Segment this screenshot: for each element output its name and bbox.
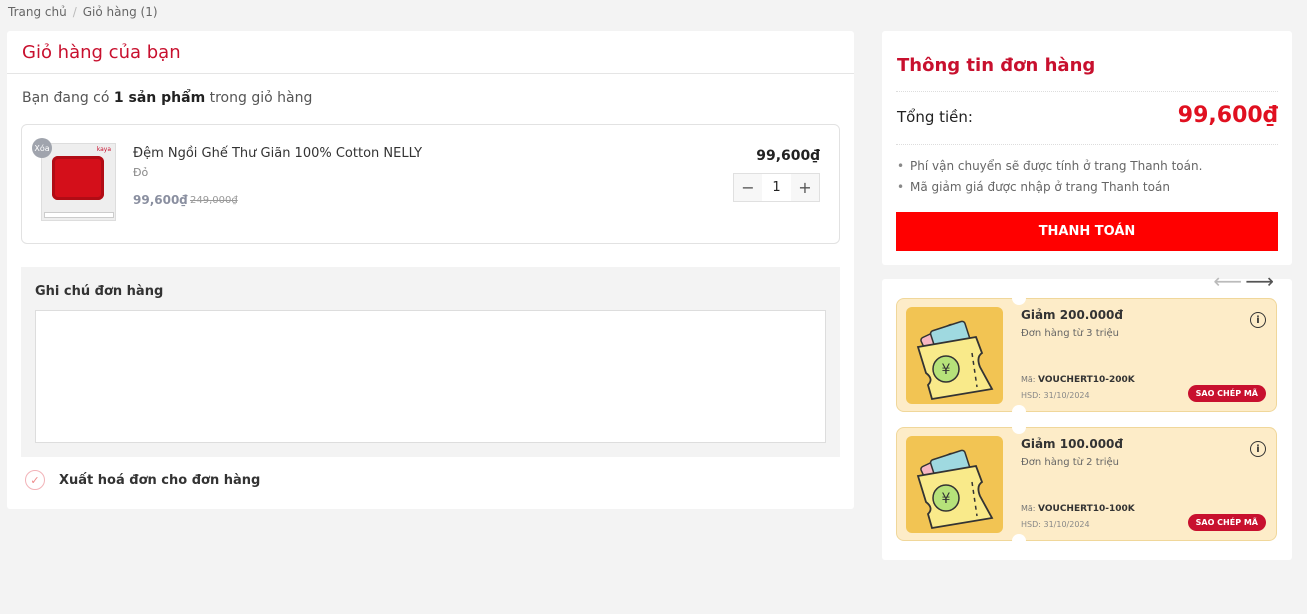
- product-old-price: 249,000₫: [190, 195, 238, 206]
- ticket-notch: [1012, 405, 1026, 412]
- checkmark-icon[interactable]: ✓: [25, 470, 45, 490]
- ticket-notch: [1012, 534, 1026, 541]
- ticket-notch: [1012, 427, 1026, 434]
- voucher-code: Mã: VOUCHERT10-100K: [1021, 504, 1135, 514]
- voucher-title: Giảm 200.000đ: [1021, 308, 1123, 322]
- svg-text:¥: ¥: [942, 491, 951, 507]
- order-note-section: Ghi chú đơn hàng: [21, 267, 840, 457]
- arrow-right-icon[interactable]: ⟶: [1245, 269, 1274, 293]
- thumb-brand-logo: kaya: [96, 146, 111, 153]
- decrease-quantity-button[interactable]: −: [734, 174, 762, 201]
- product-name-link[interactable]: Đệm Ngồi Ghế Thư Giãn 100% Cotton NELLY: [133, 146, 422, 161]
- voucher-card: ¥ Giảm 100.000đ Đơn hàng từ 2 triệu Mã: …: [896, 427, 1277, 541]
- total-label: Tổng tiền:: [897, 108, 973, 126]
- discount-note: Mã giảm giá được nhập ở trang Thanh toán: [897, 180, 1202, 194]
- summary-notes: Phí vận chuyển sẽ được tính ở trang Than…: [897, 159, 1202, 201]
- copy-code-button[interactable]: SAO CHÉP MÃ: [1187, 385, 1266, 402]
- total-value: 99,600₫: [1177, 103, 1278, 128]
- increase-quantity-button[interactable]: +: [791, 174, 819, 201]
- copy-code-button[interactable]: SAO CHÉP MÃ: [1187, 514, 1266, 531]
- ticket-icon: ¥: [906, 307, 1003, 404]
- breadcrumb: Trang chủ / Giỏ hàng (1): [8, 5, 158, 19]
- info-icon[interactable]: i: [1250, 312, 1266, 328]
- voucher-code-value: VOUCHERT10-200K: [1038, 375, 1135, 385]
- arrow-left-icon[interactable]: ⟵: [1213, 269, 1242, 293]
- cart-count-prefix: Bạn đang có: [22, 90, 114, 106]
- shipping-note: Phí vận chuyển sẽ được tính ở trang Than…: [897, 159, 1202, 173]
- quantity-input[interactable]: [762, 174, 791, 201]
- breadcrumb-separator: /: [72, 5, 77, 19]
- checkout-button[interactable]: THANH TOÁN: [896, 212, 1278, 251]
- voucher-code-label: Mã:: [1021, 375, 1039, 384]
- voucher-code-value: VOUCHERT10-100K: [1038, 504, 1135, 514]
- invoice-label: Xuất hoá đơn cho đơn hàng: [59, 472, 261, 488]
- svg-text:¥: ¥: [942, 362, 951, 378]
- remove-item-button[interactable]: Xóa: [32, 138, 52, 158]
- order-summary-panel: Thông tin đơn hàng Tổng tiền: 99,600₫ Ph…: [882, 31, 1292, 265]
- divider: [896, 144, 1278, 145]
- product-image[interactable]: kaya: [41, 143, 116, 221]
- voucher-condition: Đơn hàng từ 3 triệu: [1021, 328, 1119, 339]
- pillow-graphic: [52, 156, 104, 200]
- voucher-panel: ⟵ ⟶ ¥ Giảm 200.000đ Đơn hàng từ 3 triệu …: [882, 269, 1292, 560]
- summary-title: Thông tin đơn hàng: [897, 55, 1096, 76]
- invoice-checkbox-row[interactable]: ✓ Xuất hoá đơn cho đơn hàng: [25, 470, 260, 490]
- divider: [896, 91, 1278, 92]
- ticket-icon: ¥: [906, 436, 1003, 533]
- product-variant: Đỏ: [133, 166, 149, 179]
- voucher-expiry: HSD: 31/10/2024: [1021, 391, 1090, 400]
- cart-count-text: Bạn đang có 1 sản phẩm trong giỏ hàng: [22, 90, 312, 106]
- cart-title: Giỏ hàng của bạn: [22, 42, 181, 63]
- cart-panel: Giỏ hàng của bạn Bạn đang có 1 sản phẩm …: [7, 31, 854, 509]
- info-icon[interactable]: i: [1250, 441, 1266, 457]
- voucher-title: Giảm 100.000đ: [1021, 437, 1123, 451]
- voucher-condition: Đơn hàng từ 2 triệu: [1021, 457, 1119, 468]
- voucher-card: ¥ Giảm 200.000đ Đơn hàng từ 3 triệu Mã: …: [896, 298, 1277, 412]
- breadcrumb-home[interactable]: Trang chủ: [8, 5, 67, 19]
- product-price: 99,600₫: [133, 193, 188, 207]
- cart-count-suffix: trong giỏ hàng: [205, 90, 313, 106]
- order-note-label: Ghi chú đơn hàng: [35, 284, 164, 299]
- line-total: 99,600₫: [756, 148, 820, 164]
- voucher-expiry: HSD: 31/10/2024: [1021, 520, 1090, 529]
- cart-item: kaya Xóa Đệm Ngồi Ghế Thư Giãn 100% Cott…: [21, 124, 840, 244]
- thumb-caption: [44, 212, 114, 218]
- voucher-code-label: Mã:: [1021, 504, 1039, 513]
- breadcrumb-current: Giỏ hàng (1): [82, 5, 158, 19]
- cart-count-number: 1 sản phẩm: [113, 90, 206, 106]
- divider: [7, 73, 854, 74]
- voucher-code: Mã: VOUCHERT10-200K: [1021, 375, 1135, 385]
- order-note-textarea[interactable]: [35, 310, 826, 443]
- ticket-notch: [1012, 298, 1026, 305]
- quantity-stepper: − +: [733, 173, 820, 202]
